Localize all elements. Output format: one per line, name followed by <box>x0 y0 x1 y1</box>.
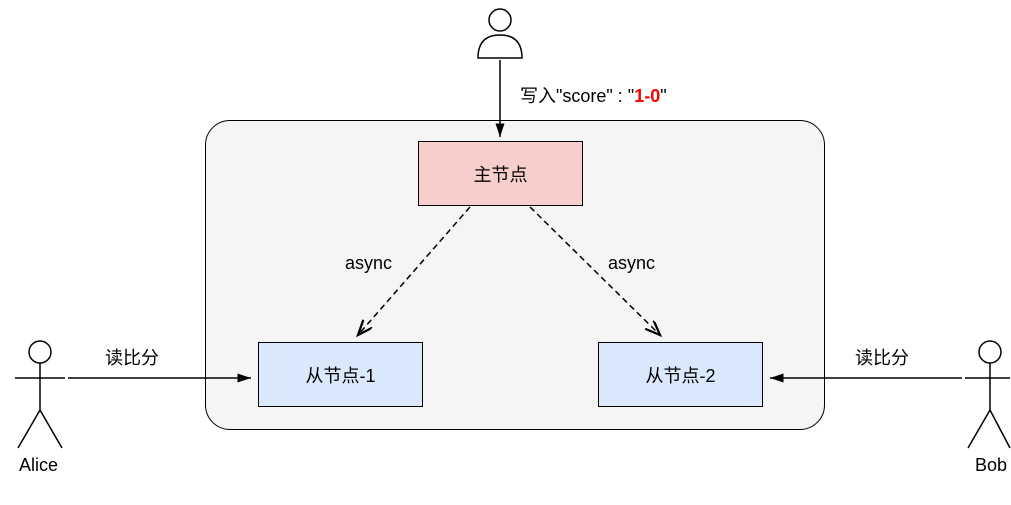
follower-node-1: 从节点-1 <box>258 342 423 407</box>
primary-node-label: 主节点 <box>474 161 528 187</box>
write-suffix: " <box>660 86 666 106</box>
async-label-1: async <box>345 253 392 274</box>
async-label-2: async <box>608 253 655 274</box>
follower-node-2: 从节点-2 <box>598 342 763 407</box>
write-value: 1-0 <box>634 86 660 106</box>
user-icon <box>478 9 522 58</box>
follower-1-label: 从节点-1 <box>305 362 375 388</box>
read-label-2: 读比分 <box>855 344 909 370</box>
read-label-1: 读比分 <box>105 344 159 370</box>
write-prefix: 写入"score" : " <box>520 86 634 106</box>
alice-icon <box>15 341 65 448</box>
alice-label: Alice <box>19 455 58 476</box>
write-label: 写入"score" : "1-0" <box>520 82 667 108</box>
primary-node: 主节点 <box>418 141 583 206</box>
bob-icon <box>965 341 1010 448</box>
bob-label: Bob <box>975 455 1007 476</box>
follower-2-label: 从节点-2 <box>645 362 715 388</box>
